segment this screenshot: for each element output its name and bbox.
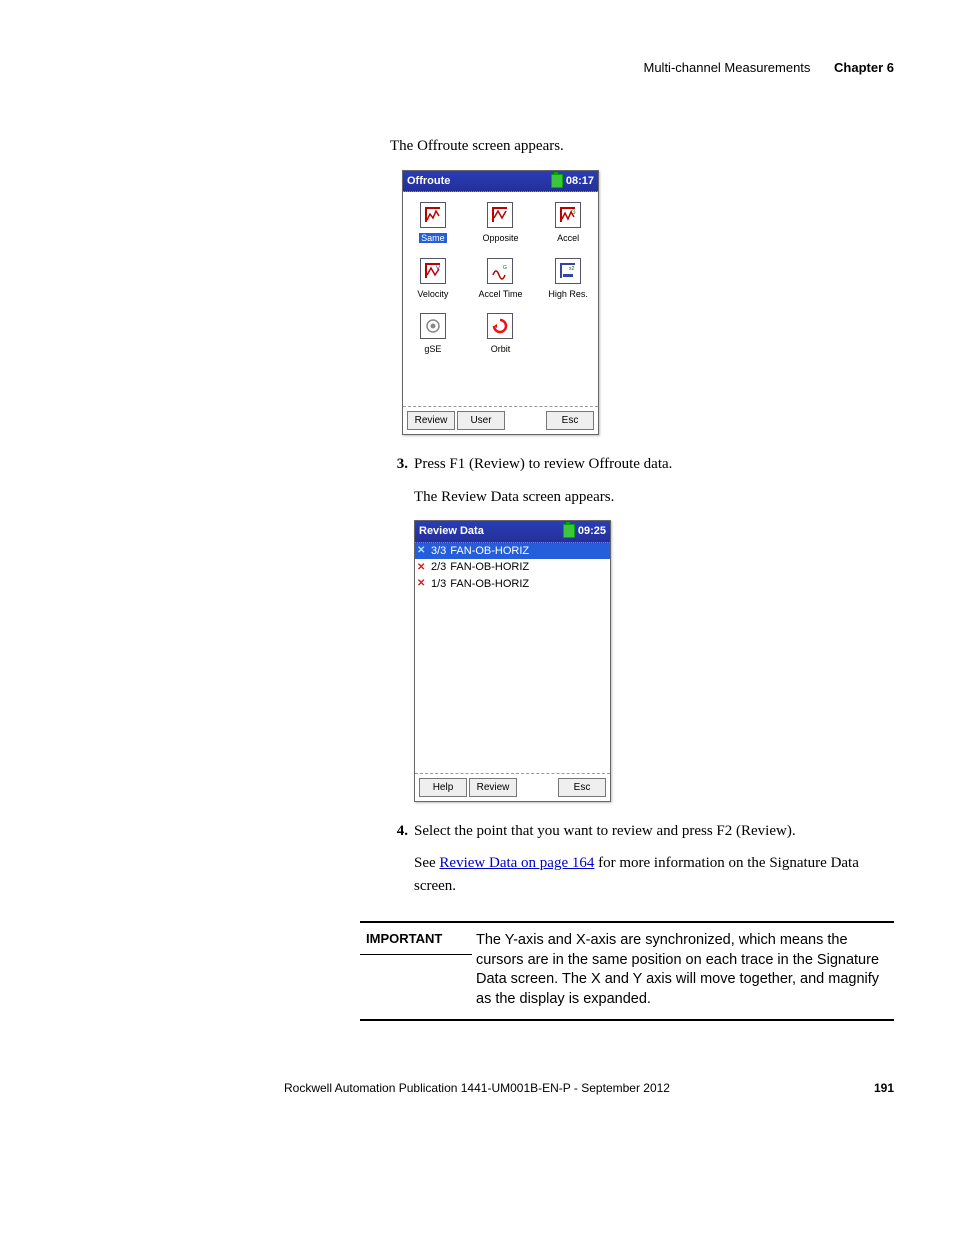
see-prefix: See bbox=[414, 855, 439, 871]
review-help-button: Help bbox=[419, 778, 467, 797]
offroute-device-screenshot: Offroute 08:17 Same bbox=[402, 170, 599, 436]
review-time: 09:25 bbox=[578, 523, 606, 540]
offroute-icon-grid: Same Opposite G Accel bbox=[409, 202, 592, 357]
document-page: Multi-channel Measurements Chapter 6 The… bbox=[0, 0, 954, 1135]
header-section-title: Multi-channel Measurements bbox=[644, 60, 811, 75]
offroute-label-gse: gSE bbox=[424, 344, 441, 354]
x-icon: ✕ bbox=[417, 560, 427, 575]
step-4: 4.Select the point that you want to revi… bbox=[414, 820, 894, 843]
offroute-item-same: Same bbox=[411, 202, 455, 246]
svg-text:x2: x2 bbox=[569, 266, 575, 272]
offroute-label-velocity: Velocity bbox=[417, 289, 448, 299]
review-row-idx: 1/3 bbox=[431, 576, 446, 593]
high-res-icon: x2 bbox=[555, 258, 581, 284]
waveform-opposite-icon bbox=[487, 202, 513, 228]
offroute-label-opposite: Opposite bbox=[482, 233, 518, 243]
offroute-item-high-res: x2 High Res. bbox=[546, 258, 590, 302]
offroute-label-accel-time: Accel Time bbox=[478, 289, 522, 299]
gse-icon bbox=[420, 313, 446, 339]
step-3-number: 3. bbox=[390, 453, 414, 476]
offroute-item-opposite: Opposite bbox=[478, 202, 522, 246]
offroute-label-same: Same bbox=[419, 233, 447, 243]
review-data-link[interactable]: Review Data on page 164 bbox=[439, 855, 594, 871]
step-3: 3.Press F1 (Review) to review Offroute d… bbox=[414, 453, 894, 476]
battery-icon bbox=[551, 174, 563, 188]
offroute-item-velocity: V Velocity bbox=[411, 258, 455, 302]
orbit-icon bbox=[487, 313, 513, 339]
x-icon: ✕ bbox=[417, 543, 427, 558]
review-review-button: Review bbox=[469, 778, 517, 797]
important-callout: IMPORTANT The Y-axis and X-axis are sync… bbox=[360, 921, 894, 1021]
review-row-idx: 3/3 bbox=[431, 543, 446, 560]
offroute-item-accel: G Accel bbox=[546, 202, 590, 246]
page-header: Multi-channel Measurements Chapter 6 bbox=[60, 60, 894, 75]
important-label: IMPORTANT bbox=[360, 923, 472, 955]
offroute-user-button: User bbox=[457, 411, 505, 430]
review-row: ✕ 1/3 FAN-OB-HORIZ bbox=[415, 576, 610, 593]
x-icon: ✕ bbox=[417, 576, 427, 591]
step-3-followup: The Review Data screen appears. bbox=[414, 486, 894, 509]
review-row-name: FAN-OB-HORIZ bbox=[450, 576, 529, 593]
offroute-titlebar: Offroute 08:17 bbox=[403, 171, 598, 193]
review-row: ✕ 2/3 FAN-OB-HORIZ bbox=[415, 559, 610, 576]
accel-icon: G bbox=[555, 202, 581, 228]
intro-paragraph: The Offroute screen appears. bbox=[390, 135, 894, 158]
review-title: Review Data bbox=[419, 523, 484, 540]
review-row-selected: ✕ 3/3 FAN-OB-HORIZ bbox=[415, 543, 610, 560]
header-chapter: Chapter 6 bbox=[834, 60, 894, 75]
review-row-idx: 2/3 bbox=[431, 559, 446, 576]
waveform-icon bbox=[420, 202, 446, 228]
svg-text:G: G bbox=[503, 265, 507, 271]
offroute-item-accel-time: G Accel Time bbox=[478, 258, 522, 302]
review-data-list: ✕ 3/3 FAN-OB-HORIZ ✕ 2/3 FAN-OB-HORIZ ✕ … bbox=[415, 543, 610, 593]
offroute-title: Offroute bbox=[407, 173, 450, 190]
offroute-esc-button: Esc bbox=[546, 411, 594, 430]
offroute-label-accel: Accel bbox=[557, 233, 579, 243]
step-4-text: Select the point that you want to review… bbox=[414, 823, 796, 839]
footer-publication: Rockwell Automation Publication 1441-UM0… bbox=[284, 1081, 670, 1095]
offroute-label-orbit: Orbit bbox=[491, 344, 511, 354]
accel-time-icon: G bbox=[487, 258, 513, 284]
offroute-item-orbit: Orbit bbox=[478, 313, 522, 357]
page-footer: Rockwell Automation Publication 1441-UM0… bbox=[60, 1081, 894, 1095]
step-3-text: Press F1 (Review) to review Offroute dat… bbox=[414, 456, 672, 472]
velocity-icon: V bbox=[420, 258, 446, 284]
review-row-name: FAN-OB-HORIZ bbox=[450, 559, 529, 576]
review-row-name: FAN-OB-HORIZ bbox=[450, 543, 529, 560]
review-device-screenshot: Review Data 09:25 ✕ 3/3 FAN-OB-HORIZ ✕ 2… bbox=[414, 520, 611, 802]
offroute-label-high-res: High Res. bbox=[548, 289, 588, 299]
offroute-review-button: Review bbox=[407, 411, 455, 430]
important-text: The Y-axis and X-axis are synchronized, … bbox=[472, 923, 894, 1019]
review-esc-button: Esc bbox=[558, 778, 606, 797]
step-4-number: 4. bbox=[390, 820, 414, 843]
review-titlebar: Review Data 09:25 bbox=[415, 521, 610, 543]
offroute-item-gse: gSE bbox=[411, 313, 455, 357]
battery-icon bbox=[563, 524, 575, 538]
see-paragraph: See Review Data on page 164 for more inf… bbox=[414, 852, 894, 897]
footer-page-number: 191 bbox=[874, 1081, 894, 1095]
offroute-time: 08:17 bbox=[566, 173, 594, 190]
